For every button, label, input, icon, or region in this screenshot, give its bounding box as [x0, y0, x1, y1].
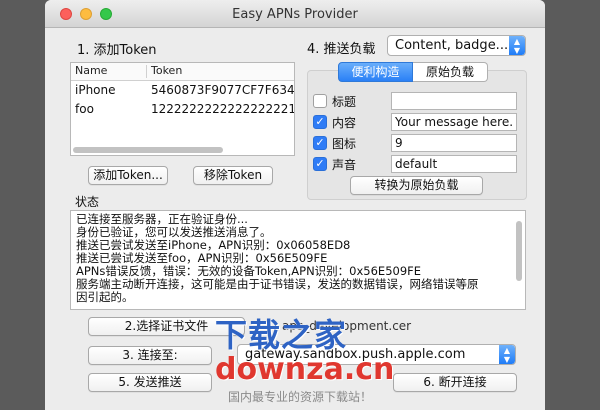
- row-name: foo: [75, 102, 94, 116]
- watermark-slogan: 国内最专业的资源下载站！: [228, 390, 373, 404]
- log-line: 已连接至服务器，正在验证身份...: [76, 212, 248, 226]
- log-line: 因引起的。: [76, 290, 134, 304]
- title-bar: Easy APNs Provider: [45, 0, 545, 28]
- token-heading: 1. 添加Token: [77, 43, 157, 58]
- table-row[interactable]: iPhone 5460873F9077CF7F6347: [71, 81, 295, 100]
- disconnect-button[interactable]: 6. 断开连接: [393, 373, 517, 392]
- watermark-domain: downza.cn: [215, 352, 395, 387]
- horizontal-scrollbar[interactable]: [73, 147, 223, 153]
- content-checkbox[interactable]: ✓: [313, 115, 327, 129]
- status-heading: 状态: [75, 195, 100, 209]
- column-header-name[interactable]: Name: [75, 64, 107, 77]
- row-name: iPhone: [75, 83, 116, 97]
- sound-label: 声音: [332, 158, 357, 172]
- title-checkbox[interactable]: [313, 94, 327, 108]
- chevron-updown-icon: ▲ ▼: [499, 345, 515, 364]
- log-line: APNs错误反馈，错误：无效的设备Token,APN识别：0x56E509FE: [76, 264, 422, 278]
- chevron-updown-icon: ▲ ▼: [509, 36, 525, 55]
- status-log[interactable]: 已连接至服务器，正在验证身份... 身份已验证，您可以发送推送消息了。 推送已尝…: [70, 210, 526, 310]
- log-line: 推送已尝试发送至foo，APN识别：0x56E509FE: [76, 251, 328, 265]
- row-token: 12222222222222222212: [151, 102, 295, 116]
- badge-checkbox[interactable]: ✓: [313, 136, 327, 150]
- send-push-button[interactable]: 5. 发送推送: [88, 373, 212, 392]
- vertical-scrollbar[interactable]: [516, 221, 522, 281]
- window-title: Easy APNs Provider: [232, 7, 358, 22]
- add-token-button[interactable]: 添加Token...: [88, 166, 168, 185]
- payload-heading: 4. 推送负载: [307, 42, 376, 57]
- content-label: 内容: [332, 116, 357, 130]
- content-field[interactable]: Your message here.: [391, 113, 517, 131]
- payload-type-select[interactable]: Content, badge... ▲ ▼: [387, 35, 526, 56]
- column-header-token[interactable]: Token: [151, 64, 182, 77]
- badge-label: 图标: [332, 137, 357, 151]
- title-field[interactable]: [391, 92, 517, 110]
- table-row[interactable]: foo 12222222222222222212: [71, 100, 295, 119]
- check-icon: ✓: [315, 115, 325, 128]
- convert-raw-button[interactable]: 转换为原始负载: [350, 176, 483, 195]
- title-label: 标题: [332, 95, 357, 109]
- row-token: 5460873F9077CF7F6347: [151, 83, 295, 97]
- log-line: 服务端主动断开连接，这可能是由于证书错误，发送的数据错误，网络错误等原: [76, 277, 479, 291]
- remove-token-button[interactable]: 移除Token: [193, 166, 273, 185]
- column-divider: [146, 65, 147, 78]
- sound-field[interactable]: default: [391, 155, 517, 173]
- connect-button[interactable]: 3. 连接至:: [88, 346, 212, 365]
- badge-field[interactable]: 9: [391, 134, 517, 152]
- payload-type-value: Content, badge...: [395, 38, 509, 53]
- log-line: 推送已尝试发送至iPhone，APN识别：0x06058ED8: [76, 238, 351, 252]
- tab-raw-payload[interactable]: 原始负载: [413, 62, 488, 82]
- token-table[interactable]: Name Token iPhone 5460873F9077CF7F6347 f…: [70, 62, 295, 156]
- watermark-title: 下载之家: [215, 316, 348, 354]
- log-line: 身份已验证，您可以发送推送消息了。: [76, 225, 272, 239]
- token-table-header: Name Token: [71, 63, 294, 81]
- sound-checkbox[interactable]: ✓: [313, 157, 327, 171]
- tab-convenience[interactable]: 便利构造: [338, 62, 413, 82]
- check-icon: ✓: [315, 136, 325, 149]
- check-icon: ✓: [315, 157, 325, 170]
